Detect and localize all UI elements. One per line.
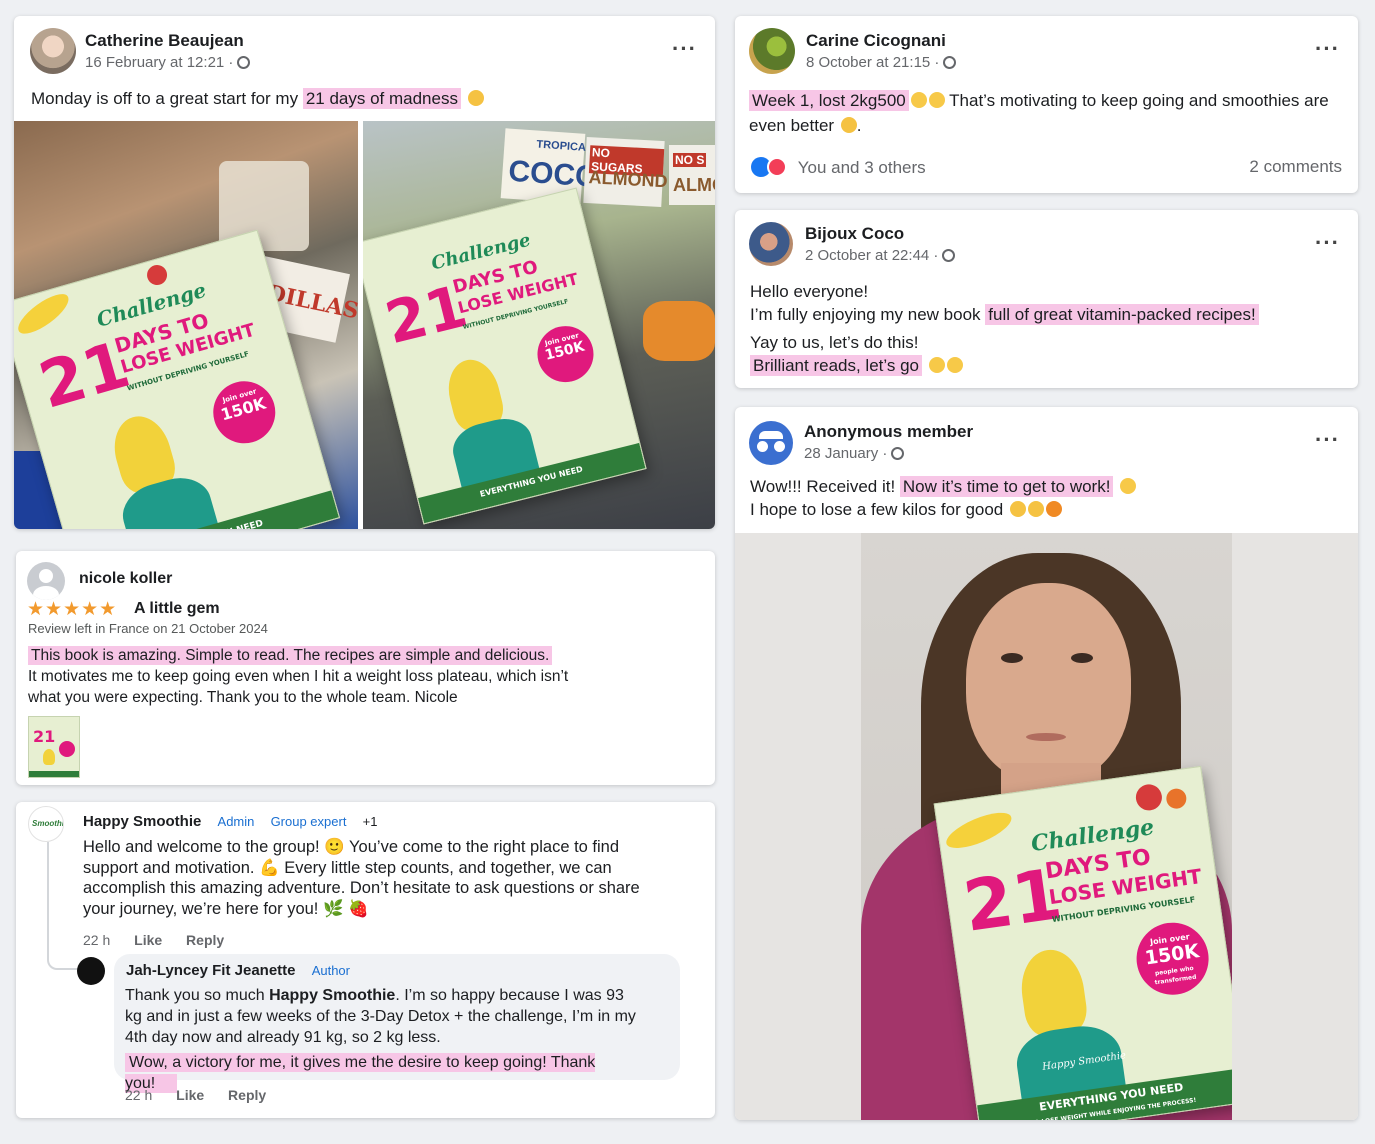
more-options-icon[interactable]: ··· bbox=[1315, 230, 1340, 256]
admin-badge[interactable]: Admin bbox=[218, 814, 255, 829]
avatar[interactable] bbox=[77, 957, 105, 985]
anonymous-avatar-icon[interactable] bbox=[749, 421, 793, 465]
post-text: Monday is off to a great start for my 21… bbox=[31, 87, 484, 112]
post-anonymous: Anonymous member 28 January · ··· Wow!!!… bbox=[735, 407, 1358, 1120]
comments-count[interactable]: 2 comments bbox=[1249, 157, 1342, 177]
post-text: Wow!!! Received it! Now it’s time to get… bbox=[750, 475, 1137, 521]
post-carine: Carine Cicognani 8 October at 21:15 · ··… bbox=[735, 16, 1358, 193]
author-name[interactable]: Carine Cicognani bbox=[806, 31, 946, 51]
post-catherine: Catherine Beaujean 16 February at 12:21 … bbox=[14, 16, 715, 529]
post-time[interactable]: 28 January · bbox=[804, 445, 905, 462]
reply-button[interactable]: Reply bbox=[186, 932, 224, 948]
user-avatar-icon bbox=[27, 562, 65, 600]
author-name[interactable]: Catherine Beaujean bbox=[85, 31, 244, 51]
reactions[interactable]: You and 3 others bbox=[751, 157, 926, 178]
love-reaction-icon bbox=[767, 157, 787, 177]
review-image-thumbnail[interactable]: 21 bbox=[28, 716, 80, 778]
group-expert-badge[interactable]: Group expert bbox=[271, 814, 347, 829]
more-badges[interactable]: +1 bbox=[363, 814, 378, 829]
author-name[interactable]: Bijoux Coco bbox=[805, 224, 904, 244]
post-photo-2[interactable]: TROPICAL COCO NO SUGARS ALMOND NO S ALMO… bbox=[363, 121, 715, 529]
more-options-icon[interactable]: ··· bbox=[672, 36, 697, 62]
grinning-emoji-icon bbox=[910, 92, 927, 108]
happy-smoothie-logo[interactable]: Smoothie bbox=[28, 806, 64, 842]
star-rating: ★★★★★ bbox=[27, 599, 118, 620]
comment-actions: 22 h Like Reply bbox=[83, 932, 244, 948]
comment-age: 22 h bbox=[83, 932, 111, 948]
post-time[interactable]: 16 February at 12:21 · bbox=[85, 54, 251, 71]
author-badge[interactable]: Author bbox=[312, 963, 350, 978]
comment-header: Happy Smoothie Admin Group expert +1 bbox=[83, 813, 377, 830]
thread-connector bbox=[47, 842, 77, 970]
globe-icon bbox=[942, 249, 956, 262]
post-text: Week 1, lost 2kg500 That’s motivating to… bbox=[749, 90, 1329, 135]
post-time[interactable]: 8 October at 21:15 · bbox=[806, 54, 957, 71]
author-name[interactable]: Anonymous member bbox=[804, 422, 973, 442]
grinning-emoji-icon bbox=[928, 92, 945, 108]
review-text: This book is amazing. Simple to read. Th… bbox=[28, 646, 569, 706]
avatar[interactable] bbox=[30, 28, 76, 74]
reply-header: Jah-Lyncey Fit Jeanette Author bbox=[126, 962, 350, 979]
post-text: Hello everyone! I’m fully enjoying my ne… bbox=[750, 280, 1259, 377]
flexed-biceps-icon bbox=[1028, 501, 1044, 517]
reply-actions: 22 h Like Reply bbox=[125, 1087, 286, 1103]
book-cover: Challenge 21 DAYS TO LOSE WEIGHT WITHOUT… bbox=[933, 765, 1232, 1120]
avatar[interactable] bbox=[749, 222, 793, 266]
globe-icon bbox=[237, 56, 251, 69]
book-cover: Challenge 21 DAYS TO LOSE WEIGHT WITHOUT… bbox=[363, 187, 647, 525]
globe-icon bbox=[891, 447, 905, 460]
star-eyes-emoji-icon bbox=[946, 357, 963, 373]
post-photo-1[interactable]: CADILLAS Challenge 21 DAYS TO LOSE WEIGH… bbox=[14, 121, 358, 529]
review-meta: Review left in France on 21 October 2024 bbox=[28, 621, 268, 636]
more-options-icon[interactable]: ··· bbox=[1315, 427, 1340, 453]
reply-text: Thank you so much Happy Smoothie. I’m so… bbox=[125, 987, 636, 1093]
review-nicole: nicole koller ★★★★★ A little gem Review … bbox=[16, 551, 715, 785]
star-eyes-emoji-icon bbox=[928, 357, 945, 373]
avatar[interactable] bbox=[749, 28, 795, 74]
post-time[interactable]: 2 October at 22:44 · bbox=[805, 247, 956, 264]
like-button[interactable]: Like bbox=[134, 932, 162, 948]
globe-icon bbox=[943, 56, 957, 69]
star-eyes-emoji-icon bbox=[1120, 478, 1137, 494]
comment-thread: Smoothie Happy Smoothie Admin Group expe… bbox=[16, 802, 715, 1118]
thumbs-up-icon bbox=[840, 116, 857, 133]
comment-author[interactable]: Happy Smoothie bbox=[83, 813, 201, 830]
review-title: A little gem bbox=[134, 600, 220, 617]
comment-text: Hello and welcome to the group! 🙂 You’ve… bbox=[83, 838, 640, 918]
like-button[interactable]: Like bbox=[176, 1087, 204, 1103]
reply-button[interactable]: Reply bbox=[228, 1087, 266, 1103]
post-bijoux: Bijoux Coco 2 October at 22:44 · ··· Hel… bbox=[735, 210, 1358, 388]
reply-age: 22 h bbox=[125, 1087, 153, 1103]
reviewer-name[interactable]: nicole koller bbox=[79, 570, 172, 588]
fire-icon bbox=[1046, 501, 1062, 517]
reply-author[interactable]: Jah-Lyncey Fit Jeanette bbox=[126, 962, 296, 979]
post-photo[interactable]: Challenge 21 DAYS TO LOSE WEIGHT WITHOUT… bbox=[735, 533, 1358, 1120]
thumbs-up-icon bbox=[1010, 501, 1026, 517]
more-options-icon[interactable]: ··· bbox=[1315, 36, 1340, 62]
flexed-biceps-icon bbox=[467, 90, 484, 106]
